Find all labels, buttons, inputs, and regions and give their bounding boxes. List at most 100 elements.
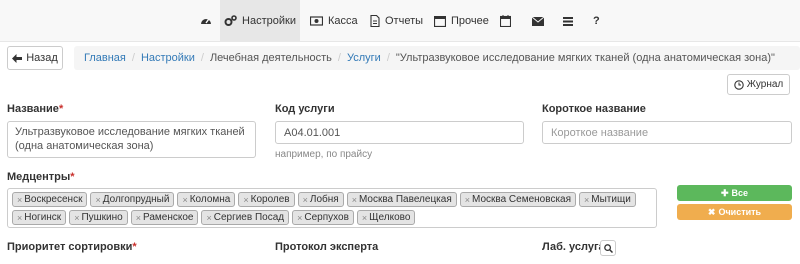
medcenter-tag: × Москва Семеновская <box>459 192 577 207</box>
plus-icon: ✚ <box>720 187 729 198</box>
remove-tag-icon[interactable]: × <box>584 195 589 205</box>
search-icon <box>603 243 613 253</box>
clear-button[interactable]: ✖ Очистить <box>677 204 792 220</box>
short-name-input[interactable]: Короткое название <box>542 121 792 144</box>
tag-label: Раменское <box>142 212 194 223</box>
select-all-label: Все <box>731 188 749 198</box>
expert-protocol-label: Протокол эксперта <box>275 241 379 253</box>
close-icon: ✖ <box>707 206 716 217</box>
medcenter-tag: × Раменское <box>130 210 199 225</box>
tag-label: Воскресенск <box>24 194 83 205</box>
tag-label: Королев <box>250 194 290 205</box>
medcenter-tag: × Щелково <box>356 210 416 225</box>
breadcrumb-separator: / <box>131 52 135 64</box>
cogs-icon <box>224 15 237 26</box>
tag-label: Пушкино <box>81 212 123 223</box>
tag-label: Щелково <box>369 212 411 223</box>
medcenter-tag: × Лобня <box>297 192 344 207</box>
remove-tag-icon[interactable]: × <box>243 195 248 205</box>
nav-messages[interactable] <box>532 0 544 42</box>
window-icon <box>434 15 446 27</box>
remove-tag-icon[interactable]: × <box>17 195 22 205</box>
top-navbar: Настройки Касса Отчеты Прочее ? <box>0 0 800 42</box>
remove-tag-icon[interactable]: × <box>465 195 470 205</box>
name-textarea[interactable]: Ультразвуковое исследование мягких ткане… <box>7 121 256 158</box>
code-input-value: A04.01.001 <box>284 127 341 139</box>
bars-icon <box>563 16 573 26</box>
medcenter-tag: × Воскресенск <box>12 192 88 207</box>
cash-icon <box>310 16 323 26</box>
nav-settings-label: Настройки <box>242 15 296 27</box>
medcenter-tag: × Пушкино <box>69 210 128 225</box>
remove-tag-icon[interactable]: × <box>74 213 79 223</box>
medcenter-tag: × Мытищи <box>579 192 636 207</box>
nav-reports-label: Отчеты <box>385 15 424 27</box>
medcenters-select[interactable]: × Воскресенск × Долгопрудный × Коломна × Кор… <box>7 188 657 228</box>
remove-tag-icon[interactable]: × <box>352 195 357 205</box>
breadcrumb-separator: / <box>386 52 390 64</box>
code-help-text: например, по прайсу <box>275 149 373 160</box>
required-mark: * <box>58 103 64 115</box>
breadcrumb-settings[interactable]: Настройки <box>141 52 195 64</box>
tag-label: Лобня <box>309 194 339 205</box>
medcenter-tag: × Москва Павелецкая <box>346 192 457 207</box>
nav-cashbox[interactable]: Касса <box>310 0 358 42</box>
select-all-button[interactable]: ✚ Все <box>677 185 792 201</box>
dashboard-icon <box>201 19 211 24</box>
remove-tag-icon[interactable]: × <box>297 213 302 223</box>
journal-button-label: Журнал <box>746 79 784 90</box>
nav-other[interactable]: Прочее <box>434 0 489 42</box>
journal-button[interactable]: Журнал <box>727 74 790 95</box>
medcenter-tag: × Серпухов <box>292 210 354 225</box>
breadcrumb-services[interactable]: Услуги <box>347 52 381 64</box>
nav-help[interactable]: ? <box>593 0 600 42</box>
code-input[interactable]: A04.01.001 <box>275 121 524 144</box>
tag-label: Москва Семеновская <box>472 194 572 205</box>
clock-icon <box>734 79 744 90</box>
short-name-placeholder: Короткое название <box>551 127 649 139</box>
name-label-text: Название <box>7 103 59 115</box>
medcenter-tag: × Коломна <box>177 192 236 207</box>
nav-cashbox-label: Касса <box>328 15 358 27</box>
remove-tag-icon[interactable]: × <box>362 213 367 223</box>
medcenter-tag: × Долгопрудный <box>90 192 175 207</box>
remove-tag-icon[interactable]: × <box>182 195 187 205</box>
breadcrumb-current: "Ультразвуковое исследование мягких ткан… <box>395 52 775 64</box>
lab-service-search-button[interactable] <box>600 240 616 256</box>
remove-tag-icon[interactable]: × <box>136 213 141 223</box>
back-button[interactable]: Назад <box>7 46 63 70</box>
breadcrumb: Главная / Настройки / Лечебная деятельно… <box>74 46 800 70</box>
tag-label: Долгопрудный <box>102 194 170 205</box>
nav-settings[interactable]: Настройки <box>220 0 300 42</box>
breadcrumb-separator: / <box>200 52 204 64</box>
back-button-label: Назад <box>26 52 58 64</box>
remove-tag-icon[interactable]: × <box>206 213 211 223</box>
medcenter-tag: × Королев <box>238 192 295 207</box>
tag-label: Сергиев Посад <box>213 212 285 223</box>
calendar-icon <box>500 15 511 27</box>
medcenter-tag: × Ногинск <box>12 210 67 225</box>
envelope-icon <box>532 16 544 26</box>
nav-menu[interactable] <box>563 0 573 42</box>
file-icon <box>370 15 380 27</box>
medcenter-tag: × Сергиев Посад <box>201 210 290 225</box>
remove-tag-icon[interactable]: × <box>303 195 308 205</box>
lab-service-label: Лаб. услуга <box>542 241 605 253</box>
help-icon: ? <box>593 15 600 27</box>
required-mark: * <box>70 171 75 183</box>
arrow-left-icon <box>12 53 23 63</box>
breadcrumb-separator: / <box>337 52 341 64</box>
breadcrumb-home[interactable]: Главная <box>84 52 126 64</box>
short-name-label: Короткое название <box>542 103 646 115</box>
nav-calendar[interactable] <box>500 0 511 42</box>
tag-label: Ногинск <box>24 212 62 223</box>
clear-label: Очистить <box>718 207 762 217</box>
sort-priority-label-text: Приоритет сортировки <box>7 241 133 253</box>
remove-tag-icon[interactable]: × <box>17 213 22 223</box>
required-mark: * <box>132 241 137 253</box>
tag-label: Серпухов <box>304 212 349 223</box>
nav-dashboard[interactable] <box>194 0 218 42</box>
remove-tag-icon[interactable]: × <box>95 195 100 205</box>
nav-reports[interactable]: Отчеты <box>370 0 423 42</box>
tag-label: Мытищи <box>591 194 631 205</box>
